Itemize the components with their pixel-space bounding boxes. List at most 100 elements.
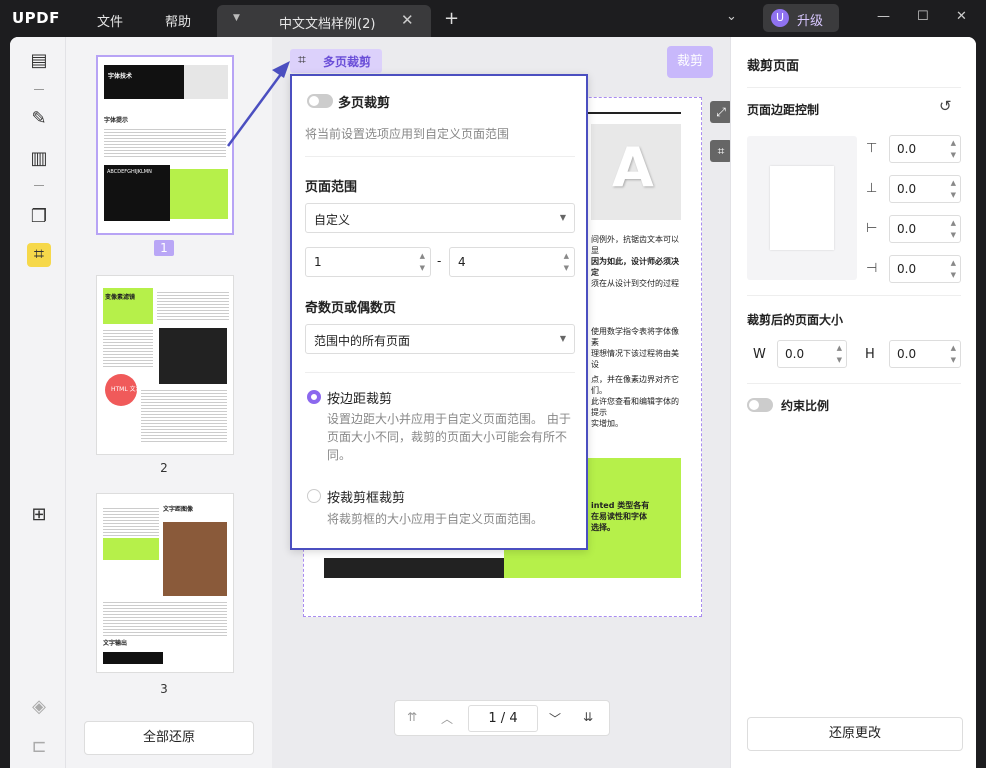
left-toolbar: ▤ ✎ ▥ ❐ ⌗ ⊞ ◈ ⊏ [10, 37, 66, 768]
margin-bottom-icon: ⊥ [866, 181, 878, 196]
avatar: U [771, 9, 789, 27]
page-range-select[interactable]: 自定义 ▼ [305, 203, 575, 233]
thumb-chars: ABCDEFGHIJKLMN [107, 169, 152, 175]
page-text-line: 实增加。 [591, 419, 623, 428]
page-text-line: 间例外，抗锯齿文本可以显 [591, 235, 679, 255]
chevron-down-icon: ▼ [559, 213, 566, 222]
multi-page-crop-label: 多页裁剪 [323, 55, 372, 69]
multi-page-crop-toggle-label: 多页裁剪 [338, 96, 391, 111]
height-field[interactable]: 0.0 ▲ ▼ [889, 340, 961, 368]
thumbnail-page-1[interactable]: 字体技术 字体提示 ABCDEFGHIJKLMN [96, 55, 234, 235]
page-number-3: 3 [160, 682, 168, 696]
multi-page-crop-desc: 将当前设置选项应用到自定义页面范围 [305, 127, 510, 141]
page-navigator: ⇈ ︿ 1 / 4 ﹀ ⇊ [394, 700, 610, 736]
edit-icon[interactable]: ▥ [27, 147, 51, 171]
reader-icon[interactable]: ▤ [27, 49, 51, 73]
last-page-icon[interactable]: ⇊ [583, 710, 593, 724]
restore-changes-button[interactable]: 还原更改 [747, 717, 963, 751]
crop-by-box-desc: 将裁剪框的大小应用于自定义页面范围。 [327, 512, 544, 526]
crop-by-margin-label[interactable]: 按边距裁剪 [327, 388, 392, 407]
divider [305, 372, 575, 373]
crop-by-margin-desc: 设置边距大小并应用于自定义页面范围。 由于页面大小不同，裁剪的页面大小可能会有所… [327, 412, 571, 462]
height-label: H [865, 347, 875, 362]
thumbnail-page-2[interactable]: 变像素滤镜 HTML 文本 [96, 275, 234, 455]
next-page-icon[interactable]: ﹀ [549, 710, 561, 727]
page-range-title: 页面范围 [305, 180, 358, 195]
divider [747, 295, 961, 296]
tab-title: 中文文档样例(2) [279, 17, 376, 32]
layers-icon[interactable]: ◈ [27, 695, 51, 719]
thumb-subheading: HTML 文本 [111, 386, 142, 393]
menu-help[interactable]: 帮助 [165, 11, 191, 30]
crop-frame-icon[interactable]: ⌗ [710, 140, 732, 162]
fit-icon[interactable]: ⤢ [710, 101, 732, 123]
margin-bottom-field[interactable]: 0.0 ▲ ▼ [889, 175, 961, 203]
page-text-line: 使用数学指令表将字体像素 [591, 327, 679, 347]
tab-close-icon[interactable]: ✕ [401, 11, 414, 29]
gift-icon[interactable]: ⊞ [27, 503, 51, 527]
page-number-field[interactable]: 1 / 4 [468, 705, 538, 732]
width-label: W [753, 347, 766, 362]
crop-button[interactable]: 裁剪 [667, 46, 713, 78]
divider [34, 185, 44, 186]
multi-page-crop-toggle[interactable] [307, 94, 333, 108]
crop-by-box-radio[interactable] [307, 489, 321, 503]
margin-control-title: 页面边距控制 [747, 103, 820, 117]
first-page-icon[interactable]: ⇈ [407, 710, 417, 724]
range-to-field[interactable]: 4 ▲ ▼ [449, 247, 575, 277]
thumbnail-page-3[interactable]: 文字距图像 文字输出 [96, 493, 234, 673]
width-field[interactable]: 0.0 ▲ ▼ [777, 340, 847, 368]
restore-all-button[interactable]: 全部还原 [84, 721, 254, 755]
crop-settings-panel: 裁剪页面 页面边距控制 ↺ ⊤ 0.0 ▲ ▼ ⊥ 0.0 ▲ ▼ ⊢ 0.0 ▲ ▼ ⊣ … [730, 37, 976, 768]
odd-even-title: 奇数页或偶数页 [305, 301, 397, 316]
tab-dropdown-icon[interactable]: ▼ [233, 13, 240, 23]
page-text-line: 因为如此，设计师必须决定 [591, 257, 679, 277]
margin-left-field[interactable]: 0.0 ▲ ▼ [889, 215, 961, 243]
page-text-line: 理想情况下该过程将由美设 [591, 349, 679, 369]
crop-icon: ⌗ [298, 52, 306, 68]
comment-icon[interactable]: ✎ [27, 107, 51, 131]
multi-page-crop-tag[interactable]: ⌗ 多页裁剪 [290, 49, 382, 73]
multi-page-crop-popup: 多页裁剪 将当前设置选项应用到自定义页面范围 页面范围 自定义 ▼ 1 ▲ ▼ - 4… [290, 74, 588, 550]
upgrade-button[interactable]: U 升级 [763, 4, 839, 32]
thumbnail-panel: 字体技术 字体提示 ABCDEFGHIJKLMN 1 变像素滤镜 HTML 文本… [66, 37, 272, 768]
document-tab[interactable]: ▼ 中文文档样例(2) ✕ [217, 5, 431, 37]
prev-page-icon[interactable]: ︿ [441, 710, 453, 727]
page-number-1: 1 [154, 240, 174, 256]
margin-top-icon: ⊤ [866, 141, 878, 156]
organize-pages-icon[interactable]: ❐ [27, 205, 51, 229]
new-tab-icon[interactable]: + [444, 8, 459, 29]
maximize-icon[interactable]: ☐ [917, 9, 929, 24]
thumb-subheading: 文字输出 [103, 640, 128, 647]
margin-right-icon: ⊣ [866, 261, 878, 276]
range-dash: - [437, 254, 442, 268]
constrain-ratio-toggle[interactable] [747, 398, 773, 412]
cropped-size-title: 裁剪后的页面大小 [747, 313, 844, 327]
panel-title: 裁剪页面 [747, 59, 800, 74]
crop-by-box-label[interactable]: 按裁剪框裁剪 [327, 487, 405, 506]
thumb-heading: 变像素滤镜 [105, 294, 136, 301]
minimize-icon[interactable]: — [877, 9, 890, 24]
thumb-heading: 字体技术 [108, 73, 133, 80]
odd-even-select[interactable]: 范围中的所有页面 ▼ [305, 324, 575, 354]
margin-top-field[interactable]: 0.0 ▲ ▼ [889, 135, 961, 163]
divider [747, 383, 961, 384]
reset-icon[interactable]: ↺ [939, 97, 952, 115]
page-text-line: 此许您查看和编辑字体的提示 [591, 397, 679, 417]
crop-icon[interactable]: ⌗ [27, 243, 51, 267]
margin-right-field[interactable]: 0.0 ▲ ▼ [889, 255, 961, 283]
page-number-2: 2 [160, 461, 168, 475]
range-from-field[interactable]: 1 ▲ ▼ [305, 247, 431, 277]
menu-file[interactable]: 文件 [97, 11, 123, 30]
bookmark-icon[interactable]: ⊏ [27, 735, 51, 759]
crop-by-margin-radio[interactable] [307, 390, 321, 404]
margin-preview [747, 136, 857, 280]
constrain-ratio-label: 约束比例 [781, 399, 830, 413]
chevron-down-icon: ▼ [559, 334, 566, 343]
page-text-line: 在易读性和字体 [591, 512, 647, 521]
chevron-down-icon[interactable]: ⌄ [726, 9, 737, 24]
divider [34, 89, 44, 90]
app-logo: UPDF [12, 9, 60, 27]
page-text-line: 选择。 [591, 523, 615, 532]
window-close-icon[interactable]: ✕ [956, 9, 967, 24]
